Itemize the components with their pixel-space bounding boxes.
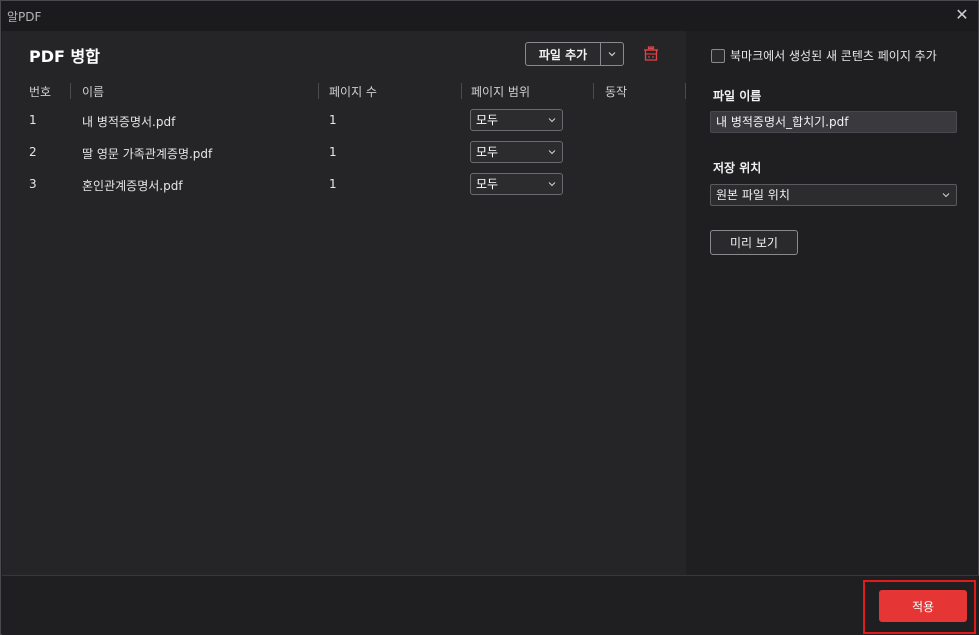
add-file-button[interactable]: 파일 추가 xyxy=(526,43,600,65)
chevron-down-icon xyxy=(942,193,950,198)
add-file-dropdown-button[interactable] xyxy=(600,43,623,65)
save-location-select[interactable]: 원본 파일 위치 xyxy=(710,184,957,206)
table-header: 번호 이름 페이지 수 페이지 범위 동작 xyxy=(2,81,686,103)
table-row[interactable]: 2 딸 영문 가족관계증명.pdf 1 모두 xyxy=(2,141,686,165)
column-divider[interactable] xyxy=(461,83,462,99)
page-count: 1 xyxy=(329,113,337,127)
title-bar: 알PDF ✕ xyxy=(1,1,978,31)
column-divider[interactable] xyxy=(70,83,71,99)
row-number: 1 xyxy=(29,113,37,127)
save-location-label: 저장 위치 xyxy=(713,161,762,175)
merge-dialog: 알PDF ✕ PDF 병합 파일 추가 번호 이름 페이지 수 페이지 범위 동… xyxy=(0,0,979,635)
page-count: 1 xyxy=(329,177,337,191)
column-divider[interactable] xyxy=(593,83,594,99)
chevron-down-icon xyxy=(548,150,556,155)
page-range-select[interactable]: 모두 xyxy=(470,173,563,195)
trash-icon xyxy=(644,46,658,61)
delete-all-button[interactable] xyxy=(642,45,660,63)
file-list-panel: PDF 병합 파일 추가 번호 이름 페이지 수 페이지 범위 동작 1 내 병… xyxy=(2,31,686,575)
row-number: 3 xyxy=(29,177,37,191)
page-count: 1 xyxy=(329,145,337,159)
app-title: 알PDF xyxy=(7,10,42,24)
page-range-value: 모두 xyxy=(476,113,499,127)
page-range-select[interactable]: 모두 xyxy=(470,141,563,163)
column-header-pages: 페이지 수 xyxy=(329,85,377,99)
add-file-button-group: 파일 추가 xyxy=(525,42,624,66)
apply-button[interactable]: 적용 xyxy=(879,590,967,622)
chevron-down-icon xyxy=(608,52,616,57)
file-name: 내 병적증명서.pdf xyxy=(82,115,176,129)
table-row[interactable]: 1 내 병적증명서.pdf 1 모두 xyxy=(2,109,686,133)
bookmark-checkbox[interactable] xyxy=(711,48,725,63)
file-name: 혼인관계증명서.pdf xyxy=(82,179,183,193)
chevron-down-icon xyxy=(548,118,556,123)
dialog-footer: 적용 xyxy=(2,575,979,635)
page-range-value: 모두 xyxy=(476,145,499,159)
column-divider[interactable] xyxy=(318,83,319,99)
table-row[interactable]: 3 혼인관계증명서.pdf 1 모두 xyxy=(2,173,686,197)
page-range-value: 모두 xyxy=(476,177,499,191)
preview-button[interactable]: 미리 보기 xyxy=(710,230,798,255)
column-header-range: 페이지 범위 xyxy=(471,85,531,99)
column-header-name: 이름 xyxy=(82,85,105,99)
column-header-action: 동작 xyxy=(605,85,628,99)
row-number: 2 xyxy=(29,145,37,159)
file-name-label: 파일 이름 xyxy=(713,89,762,103)
page-title: PDF 병합 xyxy=(29,47,100,66)
bookmark-option[interactable]: 북마크에서 생성된 새 콘텐츠 페이지 추가 xyxy=(711,47,937,64)
page-range-select[interactable]: 모두 xyxy=(470,109,563,131)
bookmark-label: 북마크에서 생성된 새 콘텐츠 페이지 추가 xyxy=(730,49,937,63)
chevron-down-icon xyxy=(548,182,556,187)
options-panel: 북마크에서 생성된 새 콘텐츠 페이지 추가 파일 이름 내 병적증명서_합치기… xyxy=(686,31,978,575)
column-header-number: 번호 xyxy=(29,85,52,99)
close-icon[interactable]: ✕ xyxy=(952,5,972,25)
file-name: 딸 영문 가족관계증명.pdf xyxy=(82,147,213,161)
file-name-field[interactable]: 내 병적증명서_합치기.pdf xyxy=(710,111,957,133)
save-location-value: 원본 파일 위치 xyxy=(716,188,790,202)
